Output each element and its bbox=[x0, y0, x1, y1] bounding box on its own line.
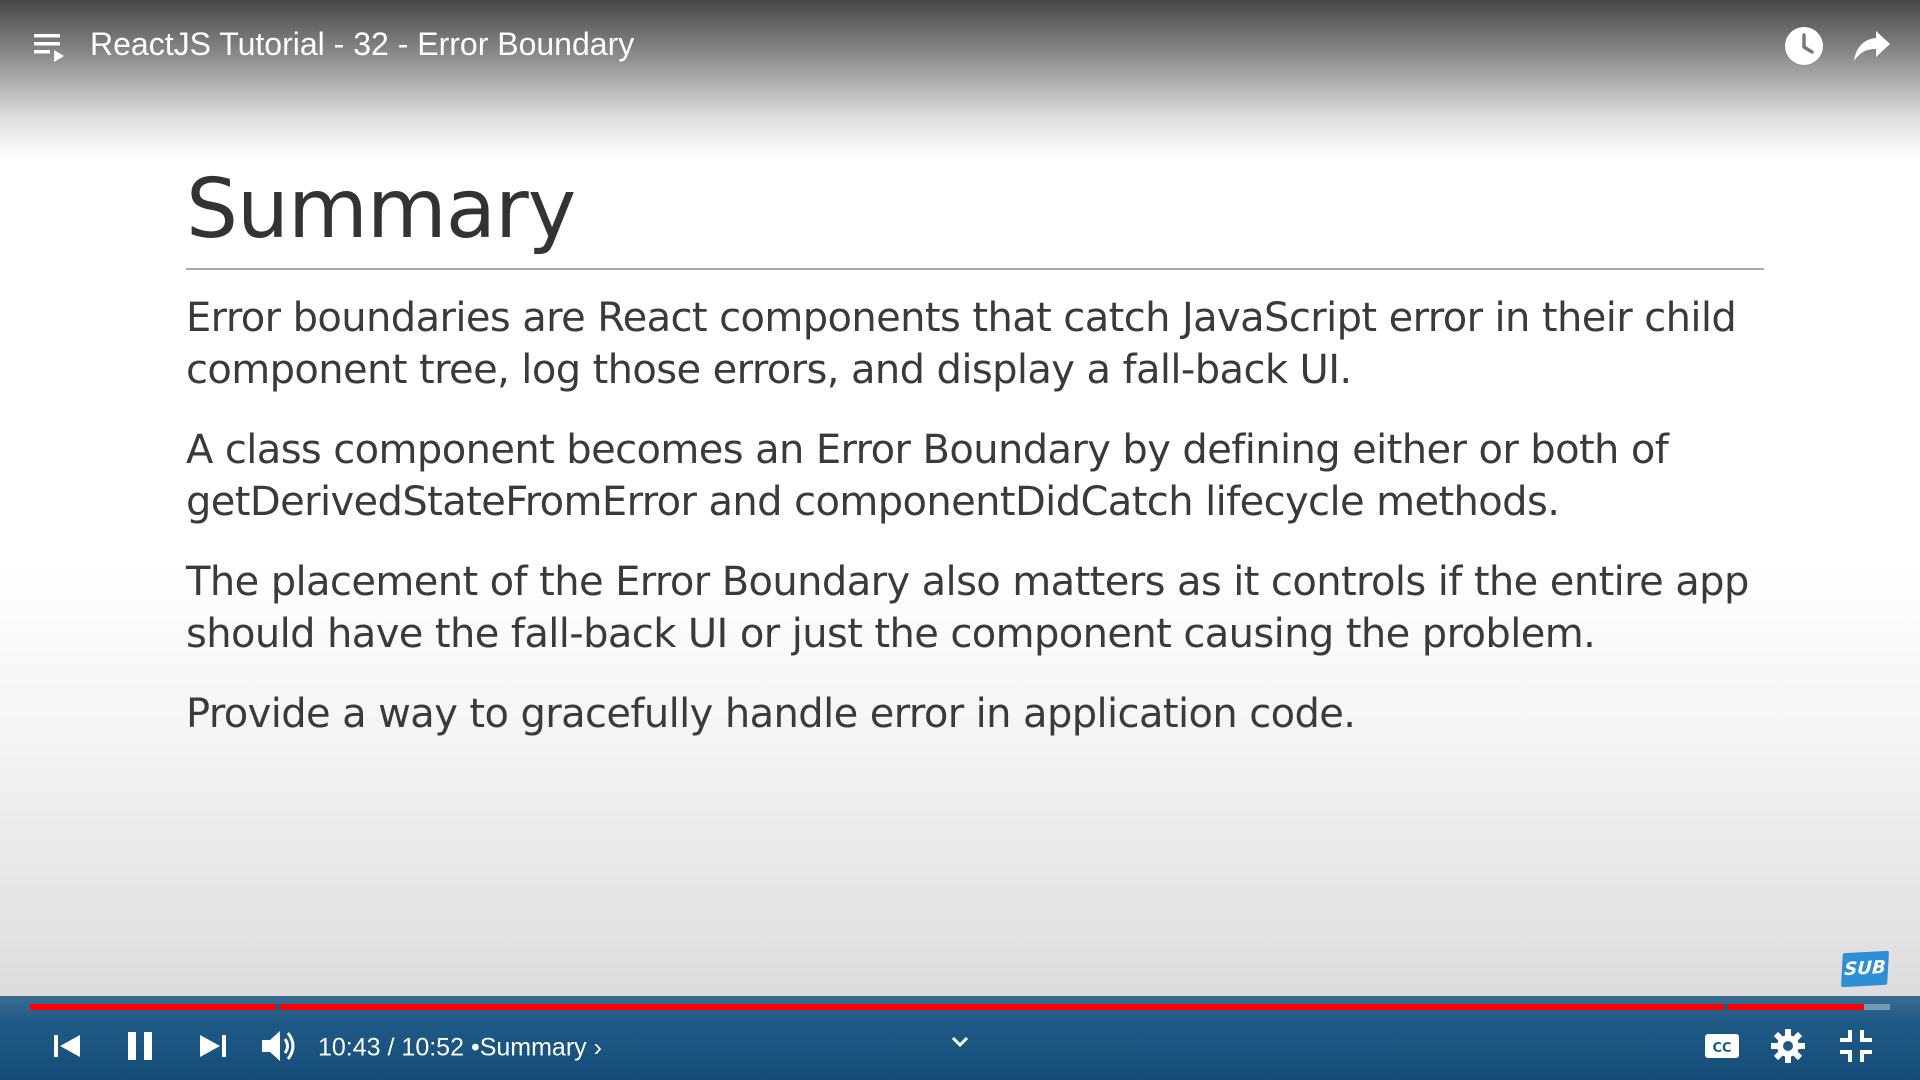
chapter-chevron[interactable]: › bbox=[594, 1033, 602, 1061]
bullet-line: Provide a way to gracefully handle error… bbox=[186, 691, 1356, 737]
chapter-marker bbox=[1724, 1004, 1728, 1010]
bullet-line: The placement of the Error Boundary also… bbox=[186, 559, 1749, 605]
time-separator: / bbox=[387, 1033, 395, 1062]
bullet-line: component tree, log those errors, and di… bbox=[186, 347, 1352, 393]
volume-icon[interactable] bbox=[256, 1024, 300, 1068]
bullet-2: A class component becomes an Error Bound… bbox=[186, 424, 1786, 528]
watch-later-icon[interactable] bbox=[1782, 24, 1826, 68]
bullet-4: Provide a way to gracefully handle error… bbox=[186, 688, 1786, 740]
slide-bullets: Error boundaries are React components th… bbox=[186, 292, 1786, 768]
current-time: 10:43 bbox=[318, 1033, 381, 1062]
svg-text:CC: CC bbox=[1712, 1041, 1731, 1056]
previous-icon[interactable] bbox=[46, 1024, 90, 1068]
bullet-3: The placement of the Error Boundary also… bbox=[186, 556, 1786, 660]
subscribe-badge[interactable]: SUB bbox=[1841, 950, 1889, 988]
time-display: 10:43 / 10:52 •Summary › bbox=[318, 1030, 602, 1062]
playlist-icon[interactable] bbox=[32, 28, 72, 68]
bullet-line: getDerivedStateFromError and componentDi… bbox=[186, 479, 1560, 525]
chapter-marker bbox=[276, 1004, 280, 1010]
slide-title: Summary bbox=[186, 162, 576, 257]
video-title[interactable]: ReactJS Tutorial - 32 - Error Boundary bbox=[90, 24, 634, 64]
captions-icon[interactable]: CC bbox=[1700, 1024, 1744, 1068]
bullet-line: Error boundaries are React components th… bbox=[186, 295, 1737, 341]
bullet-line: A class component becomes an Error Bound… bbox=[186, 427, 1669, 473]
exit-fullscreen-icon[interactable] bbox=[1834, 1024, 1878, 1068]
share-icon[interactable] bbox=[1850, 24, 1894, 68]
bullet-1: Error boundaries are React components th… bbox=[186, 292, 1786, 396]
settings-icon[interactable] bbox=[1766, 1024, 1810, 1068]
chevron-down-icon[interactable] bbox=[948, 1030, 972, 1054]
slide-divider bbox=[186, 268, 1764, 270]
pause-icon[interactable] bbox=[118, 1024, 162, 1068]
video-frame[interactable]: Summary Error boundaries are React compo… bbox=[0, 0, 1920, 1080]
next-icon[interactable] bbox=[190, 1024, 234, 1068]
chapter-separator: • bbox=[470, 1033, 480, 1062]
chapter-title[interactable]: Summary bbox=[480, 1033, 587, 1061]
progress-fill[interactable] bbox=[30, 1004, 1864, 1010]
duration: 10:52 bbox=[401, 1033, 464, 1062]
bullet-line: should have the fall-back UI or just the… bbox=[186, 611, 1596, 657]
